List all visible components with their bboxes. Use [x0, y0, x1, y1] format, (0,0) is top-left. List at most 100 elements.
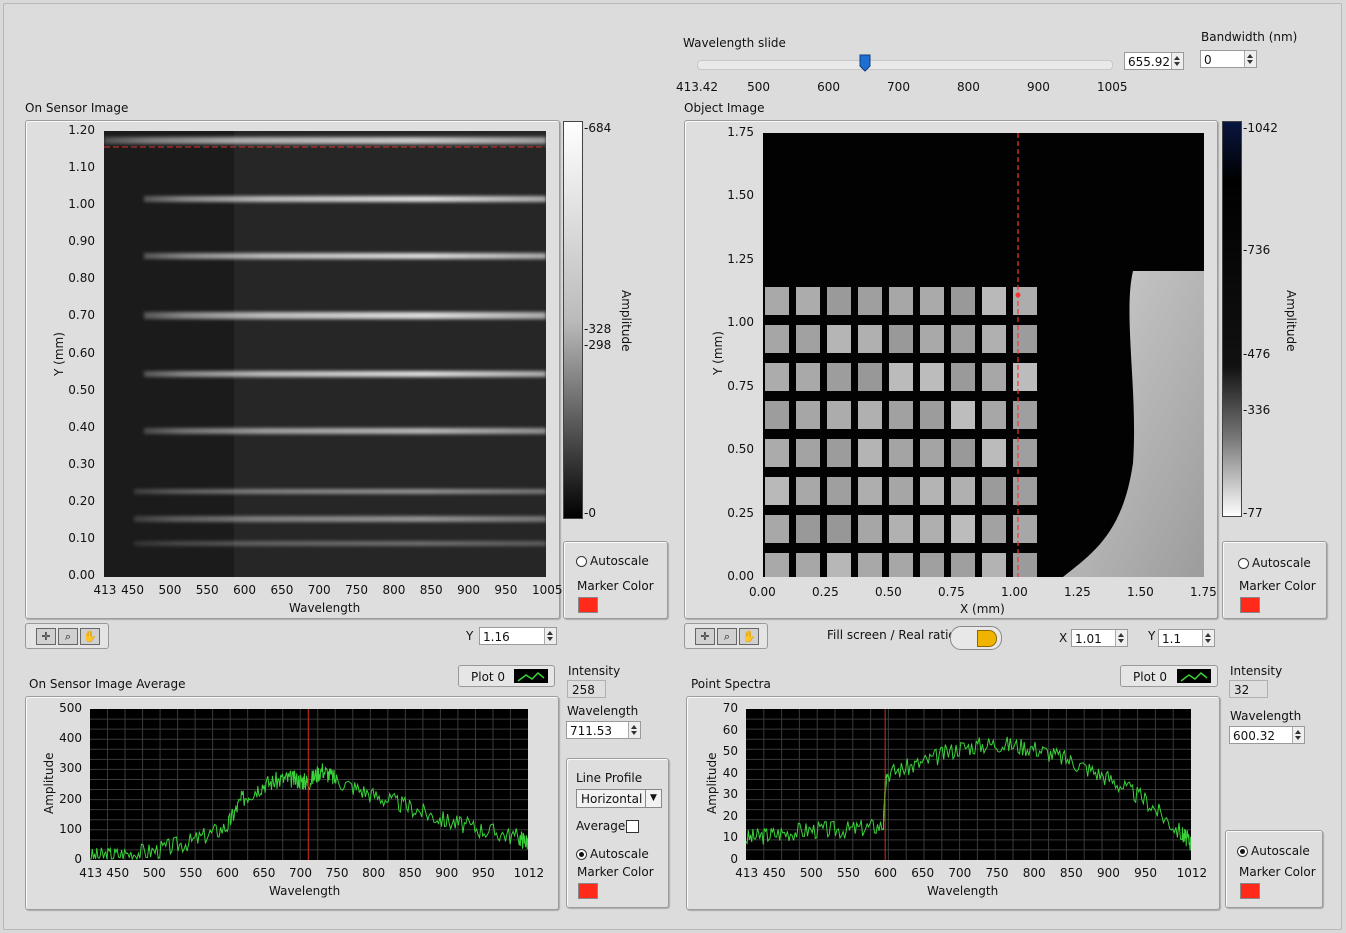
wavelength-slider-tick-label: 600 [817, 80, 840, 94]
line-profile-label: Line Profile [576, 771, 643, 785]
sensor-image-ytick-label: 0.00 [68, 568, 95, 582]
sensor-autoscale-radio-dot[interactable] [576, 556, 587, 567]
sensor-image-plot[interactable] [104, 131, 546, 577]
sensor-image-xtick-label: 700 [307, 583, 331, 597]
line-profile-select[interactable]: Horizontal ▼ [576, 789, 662, 808]
grid-square [889, 515, 913, 543]
grid-square [1013, 515, 1037, 543]
point-autoscale-radio[interactable]: Autoscale [1237, 844, 1310, 858]
wavelength-slide-value[interactable]: 655.92 [1124, 52, 1184, 70]
object-image-plot[interactable] [763, 133, 1204, 577]
object-autoscale-radio-dot[interactable] [1238, 558, 1249, 569]
object-image-xtick-label: 0.00 [749, 585, 776, 599]
bandwidth-spinner[interactable] [1244, 51, 1256, 67]
grid-square [889, 363, 913, 391]
grid-square [765, 287, 789, 315]
point-wavelength-input[interactable]: 600.32 [1229, 726, 1305, 744]
object-y-label: Y [1148, 629, 1156, 643]
point-spectra-xtick-label: 1012 [1176, 866, 1208, 880]
sensor-average-chart[interactable] [90, 709, 528, 860]
bandwidth-input[interactable]: 0 [1200, 50, 1257, 68]
crosshair-tool-icon[interactable]: ✛ [695, 628, 715, 645]
grid-square [889, 439, 913, 467]
grid-square [827, 553, 851, 577]
point-spectra-xtick-label: 650 [911, 866, 935, 880]
object-image-xtick-label: 1.00 [1001, 585, 1028, 599]
wavelength-slide-spinner[interactable] [1171, 53, 1183, 69]
sensor-wavelength-value-text: 711.53 [570, 724, 612, 738]
sensor-wavelength-spinner[interactable] [628, 722, 640, 738]
average-checkbox[interactable] [626, 820, 639, 833]
fill-screen-toggle-knob[interactable] [977, 630, 997, 647]
line-profile-marker-color-swatch[interactable] [578, 883, 598, 899]
sensor-image-ytick-label: 0.10 [68, 530, 95, 545]
point-spectra-xlabel: Wavelength [927, 884, 999, 898]
point-spectra-xtick-label: 413 [735, 866, 759, 880]
object-image-title: Object Image [684, 101, 765, 115]
sensor-average-xtick-label: 900 [435, 866, 459, 880]
grid-square [951, 477, 975, 505]
grid-square [920, 363, 944, 391]
chevron-down-icon[interactable]: ▼ [645, 790, 661, 807]
wavelength-slider-tick-label: 1005 [1097, 80, 1128, 94]
sensor-marker-color-label: Marker Color [577, 579, 654, 593]
sensor-image-ytick-label: 0.30 [68, 456, 95, 471]
grid-square [796, 439, 820, 467]
sensor-autoscale-radio[interactable]: Autoscale [576, 554, 649, 568]
sensor-average-xtick-label: 750 [325, 866, 349, 880]
sensor-marker-color-swatch[interactable] [578, 597, 598, 613]
line-profile-autoscale-radio-dot[interactable] [576, 849, 587, 860]
point-spectra-xtick-label: 550 [836, 866, 860, 880]
crosshair-tool-icon[interactable]: ✛ [36, 628, 56, 645]
object-y-input[interactable]: 1.1 [1158, 629, 1215, 647]
wavelength-slider-track[interactable] [697, 60, 1113, 70]
sensor-y-spinner[interactable] [544, 628, 556, 644]
fill-screen-toggle[interactable] [950, 626, 1002, 650]
sensor-y-input[interactable]: 1.16 [479, 627, 557, 645]
point-wavelength-spinner[interactable] [1292, 727, 1304, 743]
wavelength-slider-thumb[interactable] [859, 54, 871, 72]
sensor-colorbar-tick-label: -684 [584, 121, 612, 135]
object-image-ytick-label: 1.75 [727, 125, 754, 139]
grid-square [920, 477, 944, 505]
sensor-average-plot-legend[interactable]: Plot 0 [458, 665, 555, 687]
average-checkbox-row[interactable]: Average [576, 819, 639, 833]
grid-square [1013, 401, 1037, 429]
wavelength-slide-value-text: 655.92 [1128, 55, 1170, 69]
object-x-spinner[interactable] [1115, 630, 1127, 646]
sensor-colorbar [563, 121, 583, 519]
sensor-y-value-text: 1.16 [483, 630, 510, 644]
pan-hand-tool-icon[interactable]: ✋ [739, 628, 759, 645]
point-spectra-plot-legend[interactable]: Plot 0 [1120, 665, 1218, 687]
grid-square [765, 401, 789, 429]
object-colorbar-tick-label: -77 [1243, 506, 1263, 520]
pan-hand-tool-icon[interactable]: ✋ [80, 628, 100, 645]
point-autoscale-radio-dot[interactable] [1237, 846, 1248, 857]
wavelength-slider-tick-label: 500 [747, 80, 770, 94]
point-wavelength-value-text: 600.32 [1233, 729, 1275, 743]
sensor-average-xtick-label: 800 [362, 866, 386, 880]
sensor-image-xtick-label: 1005 [532, 583, 563, 597]
object-y-spinner[interactable] [1202, 630, 1214, 646]
line-profile-autoscale-radio[interactable]: Autoscale [576, 847, 649, 861]
point-spectra-chart[interactable] [746, 709, 1191, 860]
grid-square [765, 515, 789, 543]
grid-square [858, 515, 882, 543]
zoom-tool-icon[interactable]: ⌕ [717, 628, 737, 645]
object-autoscale-radio[interactable]: Autoscale [1238, 556, 1311, 570]
fill-screen-label: Fill screen / Real ratio [827, 628, 956, 642]
sensor-colorbar-label: Amplitude [619, 290, 633, 352]
line-profile-select-value: Horizontal [581, 792, 643, 806]
zoom-tool-icon[interactable]: ⌕ [58, 628, 78, 645]
grid-square [982, 401, 1006, 429]
grid-square [951, 325, 975, 353]
object-x-input[interactable]: 1.01 [1071, 629, 1128, 647]
sensor-image-xtick-label: 950 [494, 583, 518, 597]
object-marker-color-swatch[interactable] [1240, 597, 1260, 613]
point-spectra-xtick-label: 800 [1022, 866, 1046, 880]
point-marker-color-swatch[interactable] [1240, 883, 1260, 899]
point-spectra-legend-swatch [1177, 669, 1211, 683]
grid-square [858, 325, 882, 353]
bandwidth-value-text: 0 [1204, 53, 1212, 67]
sensor-wavelength-input[interactable]: 711.53 [566, 721, 641, 739]
